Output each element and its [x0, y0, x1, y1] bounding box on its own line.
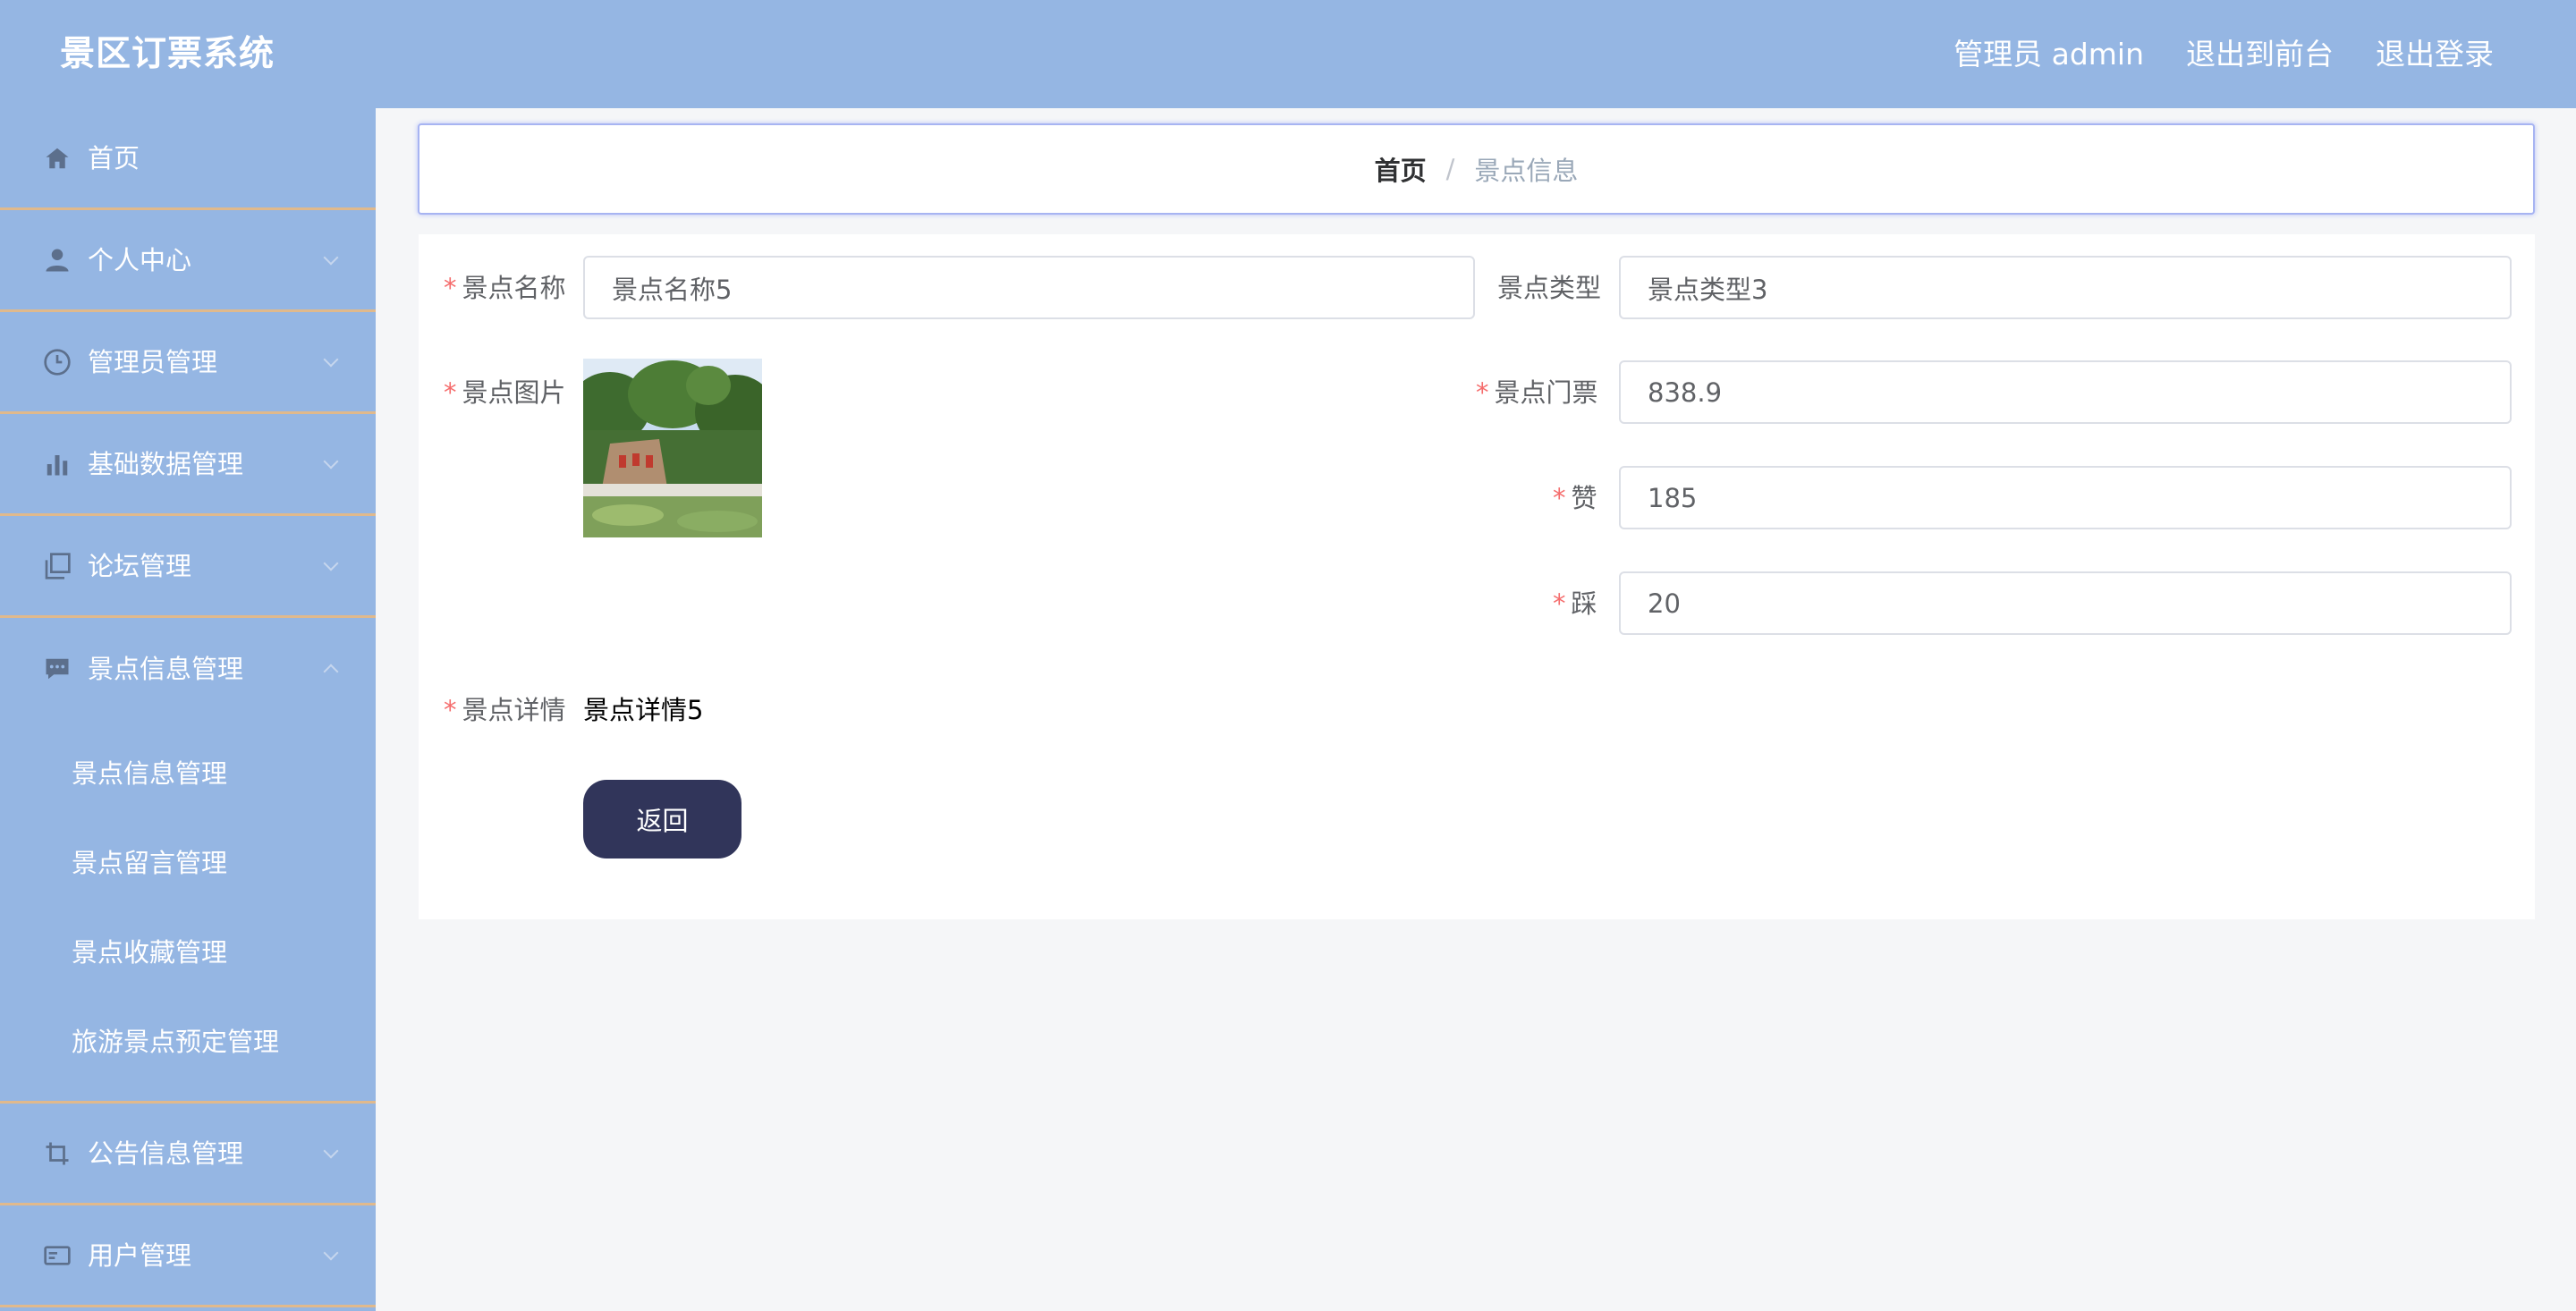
sidebar: 首页 个人中心 管理员管理 基础数据管理 论坛管理 景点信息管理 景点信息管理 … — [0, 108, 376, 1311]
bar-chart-icon — [43, 450, 72, 478]
scenic-image-label: * 景点图片 — [444, 375, 566, 410]
exit-to-front-link[interactable]: 退出到前台 — [2186, 32, 2334, 77]
home-icon — [43, 144, 72, 173]
breadcrumb-separator: / — [1445, 154, 1455, 184]
chevron-down-icon — [323, 555, 339, 571]
ticket-price-label-text: 景点门票 — [1494, 377, 1598, 408]
clock-icon — [43, 348, 72, 376]
copy-icon — [43, 552, 72, 580]
like-count-label-text: 赞 — [1571, 483, 1597, 513]
sidebar-item-admin-management[interactable]: 管理员管理 — [0, 312, 376, 414]
required-mark: * — [1553, 588, 1566, 619]
sidebar-item-label: 公告信息管理 — [88, 1138, 244, 1169]
sidebar-item-basic-data[interactable]: 基础数据管理 — [0, 414, 376, 516]
scenic-detail-form: * 景点名称 景点名称5 景点类型 景点类型3 * 景点图片 * 景点门票 83… — [419, 234, 2535, 919]
sidebar-item-forum[interactable]: 论坛管理 — [0, 516, 376, 618]
user-icon — [43, 246, 72, 275]
crop-icon — [43, 1139, 72, 1168]
like-count-input[interactable]: 185 — [1619, 466, 2512, 529]
scenic-detail-value: 景点详情5 — [583, 695, 704, 725]
chevron-down-icon — [323, 351, 339, 367]
sidebar-item-announcements[interactable]: 公告信息管理 — [0, 1104, 376, 1205]
scenic-name-label: * 景点名称 — [444, 270, 566, 306]
app-title: 景区订票系统 — [60, 34, 275, 74]
card-icon — [43, 1241, 72, 1270]
sidebar-item-label: 个人中心 — [88, 244, 192, 275]
scenic-name-label-text: 景点名称 — [462, 273, 566, 303]
like-count-label: * 赞 — [1553, 480, 1597, 516]
top-header: 景区订票系统 管理员 admin 退出到前台 退出登录 — [0, 0, 2576, 108]
sidebar-item-label: 基础数据管理 — [88, 448, 244, 479]
chat-icon — [43, 655, 72, 683]
sidebar-item-label: 用户管理 — [88, 1239, 192, 1271]
sidebar-item-label: 景点信息管理 — [88, 654, 244, 684]
chevron-down-icon — [323, 1143, 339, 1158]
sidebar-item-label: 论坛管理 — [88, 550, 192, 581]
breadcrumb-current: 景点信息 — [1474, 156, 1579, 186]
ticket-price-input[interactable]: 838.9 — [1619, 360, 2512, 424]
sidebar-item-users[interactable]: 用户管理 — [0, 1205, 376, 1307]
required-mark: * — [1476, 377, 1489, 408]
scenic-image[interactable] — [583, 359, 762, 537]
scenic-type-label: 景点类型 — [1497, 270, 1601, 306]
dislike-count-label-text: 踩 — [1571, 588, 1597, 619]
sidebar-item-home[interactable]: 首页 — [0, 108, 376, 210]
scenic-image-label-text: 景点图片 — [462, 377, 566, 408]
dislike-count-input[interactable]: 20 — [1619, 571, 2512, 635]
breadcrumb: 首页 / 景点信息 — [418, 123, 2535, 215]
chevron-up-icon — [323, 664, 339, 680]
required-mark: * — [444, 695, 457, 725]
required-mark: * — [1553, 483, 1566, 513]
admin-user-link[interactable]: 管理员 admin — [1953, 32, 2144, 77]
scenic-type-input[interactable]: 景点类型3 — [1619, 256, 2512, 319]
back-button[interactable]: 返回 — [583, 780, 741, 858]
logout-link[interactable]: 退出登录 — [2376, 32, 2494, 77]
scenic-name-input[interactable]: 景点名称5 — [583, 256, 1475, 319]
required-mark: * — [444, 273, 457, 303]
submenu-item-scenic-booking[interactable]: 旅游景点预定管理 — [0, 995, 376, 1085]
sidebar-item-personal-center[interactable]: 个人中心 — [0, 210, 376, 312]
scenic-info-submenu: 景点信息管理 景点留言管理 景点收藏管理 旅游景点预定管理 — [0, 720, 376, 1104]
scenic-type-label-text: 景点类型 — [1497, 273, 1602, 303]
chevron-down-icon — [323, 250, 339, 265]
scenic-detail-label-text: 景点详情 — [462, 695, 566, 725]
header-links: 管理员 admin 退出到前台 退出登录 — [1953, 32, 2494, 77]
submenu-item-scenic-info[interactable]: 景点信息管理 — [0, 727, 376, 816]
required-mark: * — [444, 377, 457, 408]
scenic-detail-label: * 景点详情 — [444, 692, 566, 728]
submenu-item-scenic-comments[interactable]: 景点留言管理 — [0, 816, 376, 906]
ticket-price-label: * 景点门票 — [1476, 375, 1598, 410]
chevron-down-icon — [323, 1245, 339, 1260]
chevron-down-icon — [323, 453, 339, 469]
sidebar-item-label: 管理员管理 — [88, 346, 218, 377]
sidebar-item-label: 首页 — [88, 142, 140, 173]
submenu-item-scenic-favorites[interactable]: 景点收藏管理 — [0, 906, 376, 995]
sidebar-item-scenic-info[interactable]: 景点信息管理 — [0, 618, 376, 720]
breadcrumb-home-link[interactable]: 首页 — [1375, 150, 1427, 188]
dislike-count-label: * 踩 — [1553, 586, 1597, 622]
